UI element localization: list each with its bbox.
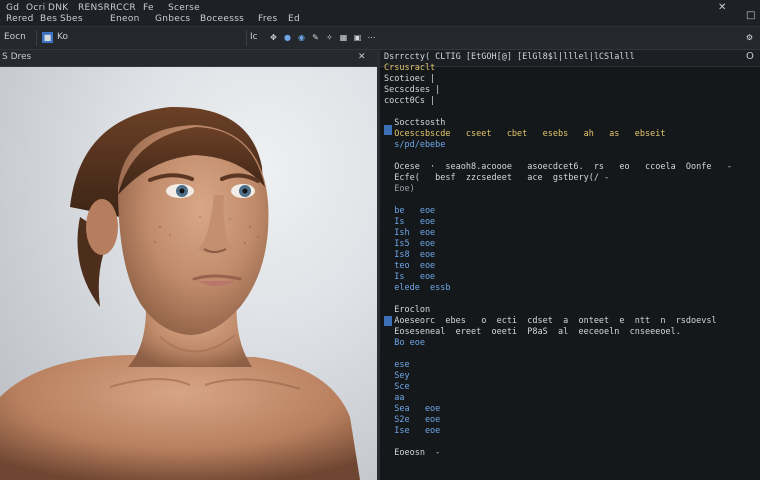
code-line[interactable]: Dsrrccty( CLTIG [EtGOH[@] [ElGl8$l|lllel… xyxy=(384,52,635,63)
code-line[interactable]: Socctsosth xyxy=(384,118,445,129)
menu-item-bes[interactable]: Bes xyxy=(40,14,57,24)
code-line[interactable]: Is8 eoe xyxy=(384,250,435,261)
grid-icon[interactable]: ▦ xyxy=(338,32,349,43)
code-line[interactable]: Eoeosn - xyxy=(384,448,440,459)
menu-bar: Gd Ocri DNK RENSRRCCR Fe Scerse Rered Be… xyxy=(0,0,760,27)
code-line[interactable]: Sey xyxy=(384,371,409,382)
code-line[interactable]: Secscdses | xyxy=(384,85,440,96)
viewport-header: S Dres ✕ xyxy=(0,50,377,67)
toolbar-separator xyxy=(246,30,247,46)
code-line[interactable]: Eoe) xyxy=(384,184,414,195)
camera-icon[interactable]: ▣ xyxy=(352,32,363,43)
code-editor[interactable]: O Dsrrccty( CLTIG [EtGOH[@] [ElGl8$l|lll… xyxy=(380,50,760,480)
editor-header-right[interactable]: O xyxy=(746,51,754,62)
move-icon[interactable]: ✥ xyxy=(268,32,279,43)
code-line[interactable]: cocct0Cs | xyxy=(384,96,435,107)
code-line[interactable]: Ocese · seaoh8.acoooe asoecdcet6. rs eo … xyxy=(384,162,732,173)
menu-item-gd[interactable]: Gd xyxy=(6,3,19,13)
code-line[interactable]: Ecfe( besf zzcsedeet ace gstbery(/ - xyxy=(384,173,609,184)
menu-item-dnk[interactable]: DNK xyxy=(48,3,68,13)
code-line[interactable]: Aoeseorc ebes o ecti cdset a onteet e nt… xyxy=(384,316,716,327)
code-line[interactable]: Sce xyxy=(384,382,409,393)
code-line[interactable]: Ise eoe xyxy=(384,426,440,437)
wand-icon[interactable]: ✧ xyxy=(324,32,335,43)
viewport-title: S Dres xyxy=(2,52,32,62)
code-line[interactable]: be eoe xyxy=(384,206,435,217)
more-icon[interactable]: ⋯ xyxy=(366,32,377,43)
code-line[interactable]: Ish eoe xyxy=(384,228,435,239)
toolbar: Eocn ■ Ko Ic ✥ ● ◉ ✎ ✧ ▦ ▣ ⋯ ⚙ xyxy=(0,27,760,50)
character-render xyxy=(0,106,360,480)
toolbar-label-eocn[interactable]: Eocn xyxy=(4,32,26,42)
toolbar-label-ko[interactable]: Ko xyxy=(57,32,68,42)
code-line[interactable]: Is5 eoe xyxy=(384,239,435,250)
menu-item-fres[interactable]: Fres xyxy=(258,14,277,24)
menu-item-rered[interactable]: Rered xyxy=(6,14,34,24)
code-line[interactable]: Is eoe xyxy=(384,272,435,283)
code-line[interactable]: Eroclon xyxy=(384,305,430,316)
menu-item-eneon[interactable]: Eneon xyxy=(110,14,140,24)
code-line[interactable]: aa xyxy=(384,393,404,404)
toolbar-separator xyxy=(36,30,37,46)
menu-item-ed[interactable]: Ed xyxy=(288,14,300,24)
menu-item-sbes[interactable]: Sbes xyxy=(60,14,83,24)
sphere-icon[interactable]: ● xyxy=(282,32,293,43)
close-icon[interactable]: ✕ xyxy=(718,2,726,13)
menu-item-gnbecs[interactable]: Gnbecs xyxy=(155,14,190,24)
toolbar-label-ic[interactable]: Ic xyxy=(250,32,258,42)
code-line[interactable]: teo eoe xyxy=(384,261,435,272)
menu-item-boceesss[interactable]: Boceesss xyxy=(200,14,244,24)
code-line[interactable]: S2e eoe xyxy=(384,415,440,426)
menu-item-rensrrccr[interactable]: RENSRRCCR xyxy=(78,3,136,13)
code-line[interactable]: Is eoe xyxy=(384,217,435,228)
code-line[interactable]: ese xyxy=(384,360,409,371)
viewport-close-icon[interactable]: ✕ xyxy=(358,52,366,62)
maximize-icon[interactable]: □ xyxy=(746,10,755,21)
3d-viewport[interactable] xyxy=(0,67,377,480)
code-line[interactable]: Crsusraclt xyxy=(384,63,435,74)
menu-item-scerse[interactable]: Scerse xyxy=(168,3,200,13)
code-line[interactable]: Bo eoe xyxy=(384,338,425,349)
code-line[interactable]: Scotioec | xyxy=(384,74,435,85)
code-line[interactable]: s/pd/ebebe xyxy=(384,140,445,151)
code-line[interactable]: Ocescsbscde cseet cbet esebs ah as ebsei… xyxy=(384,129,665,140)
layout-icon[interactable]: ■ xyxy=(42,32,53,43)
menu-item-fe[interactable]: Fe xyxy=(143,3,154,13)
settings-icon[interactable]: ⚙ xyxy=(744,32,755,43)
code-line[interactable]: Eoseseneal ereet oeeti P8aS al eeceoeln … xyxy=(384,327,681,338)
code-line[interactable]: Sea eoe xyxy=(384,404,440,415)
code-line[interactable]: elede essb xyxy=(384,283,450,294)
light-icon[interactable]: ◉ xyxy=(296,32,307,43)
brush-icon[interactable]: ✎ xyxy=(310,32,321,43)
menu-item-ocri[interactable]: Ocri xyxy=(26,3,45,13)
